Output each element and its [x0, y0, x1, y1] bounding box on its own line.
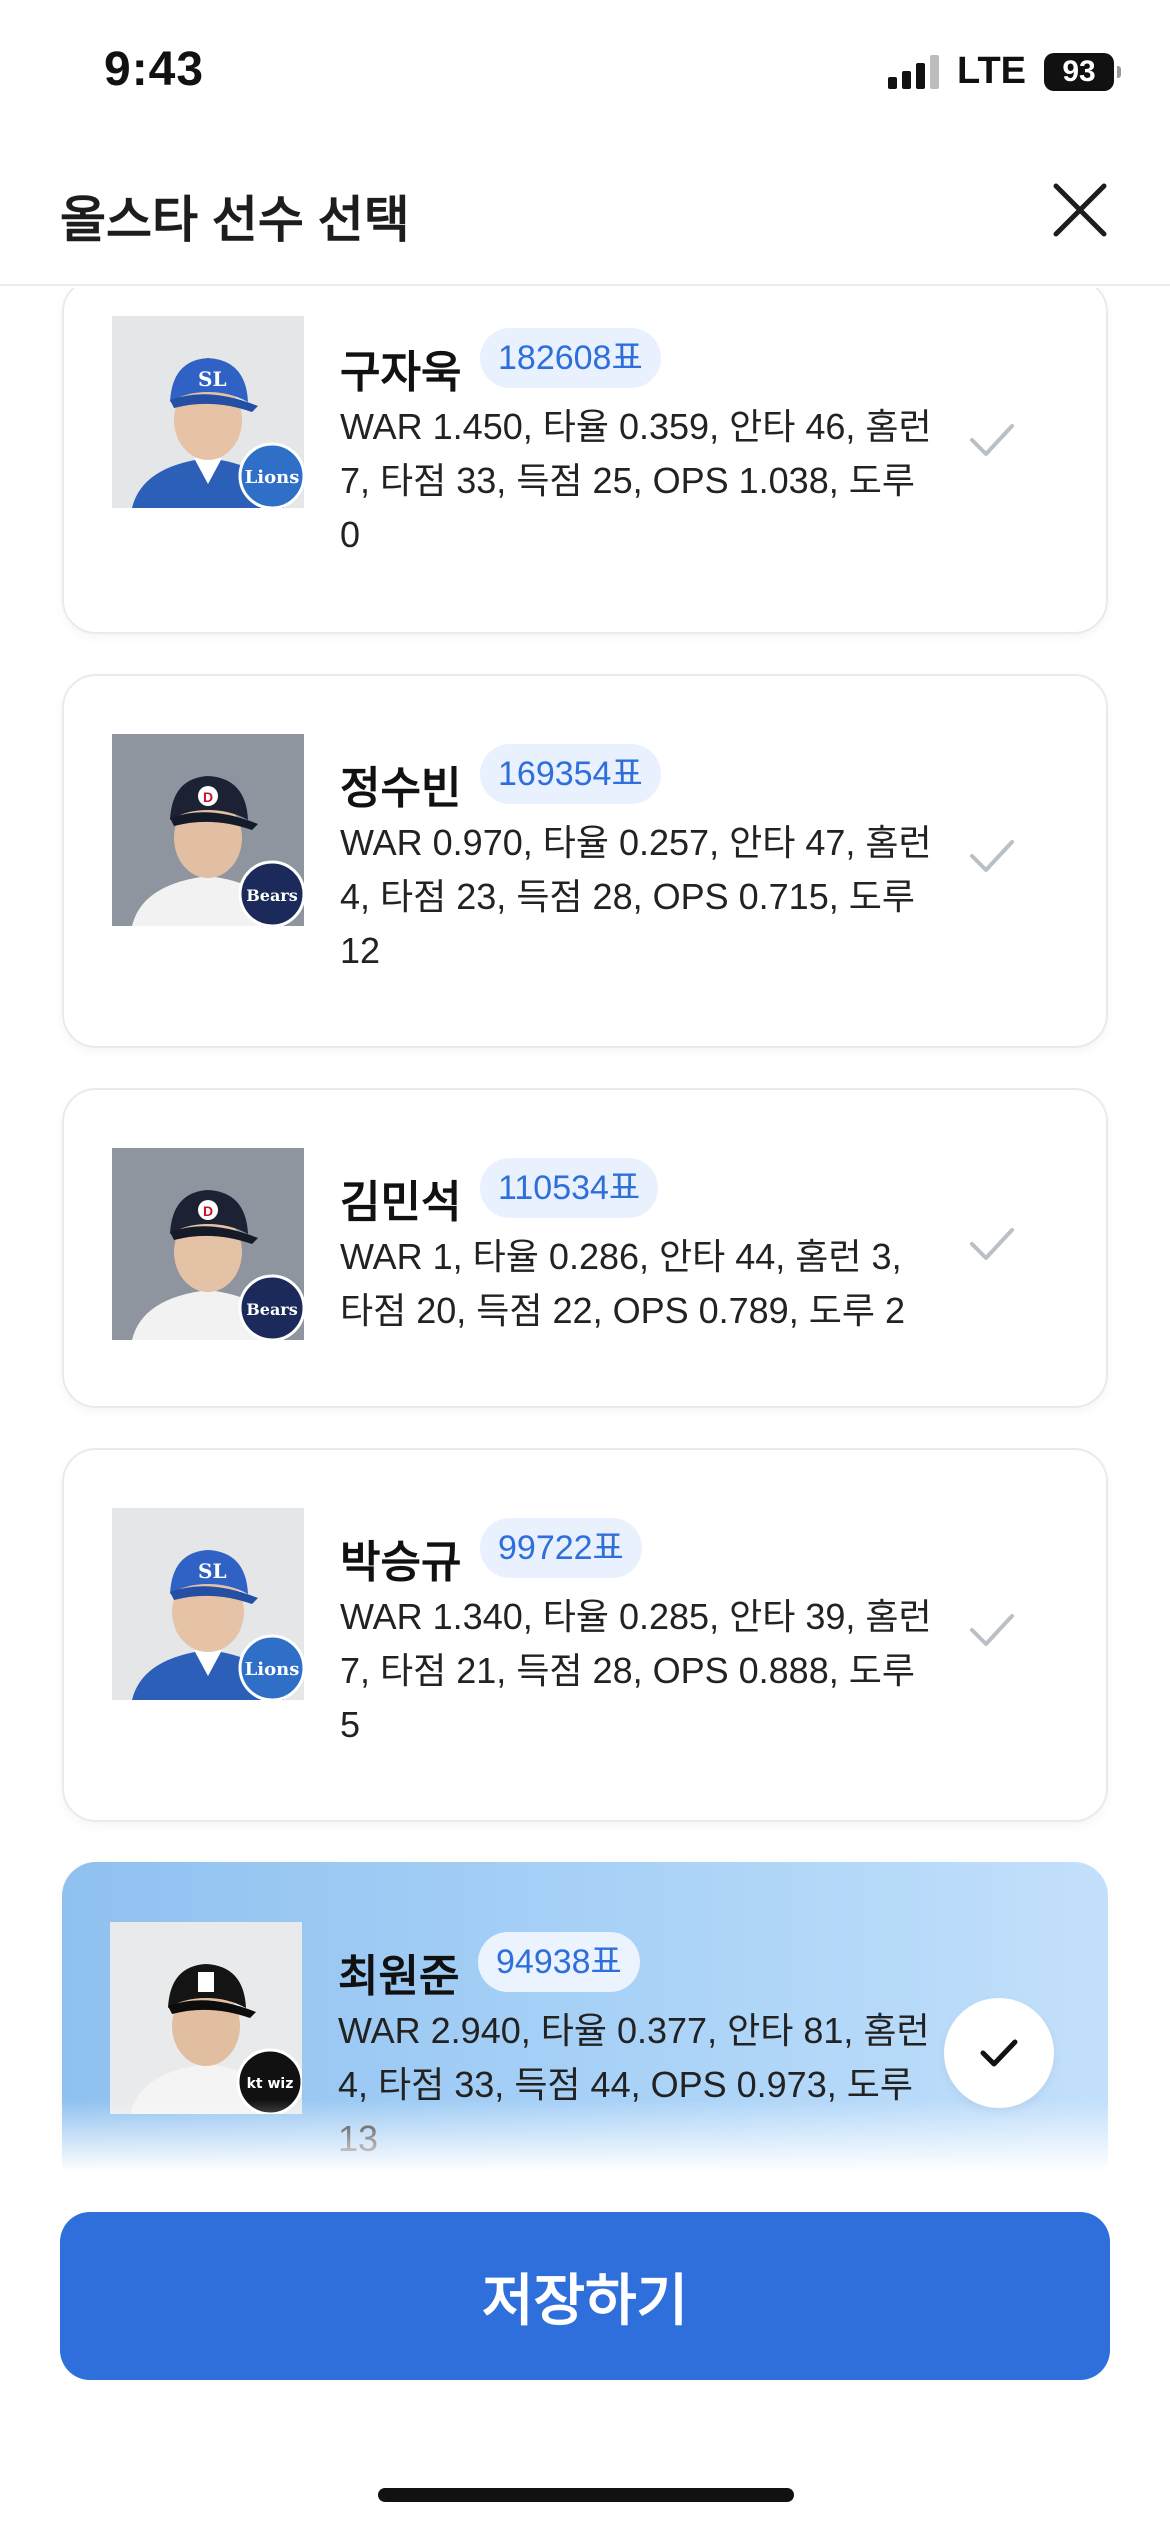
player-card[interactable]: D Bears 정수빈 169354표 WAR 0.970, 타율 0.257,… [62, 674, 1108, 1048]
player-card[interactable]: D Bears 김민석 110534표 WAR 1, 타율 0.286, 안타 … [62, 1088, 1108, 1408]
check-icon [962, 410, 1022, 470]
vote-count-badge: 169354표 [480, 744, 661, 804]
player-name: 정수빈 [340, 764, 462, 813]
player-card[interactable]: SL Lions 박승규 99722표 WAR 1.340, 타율 0.285,… [62, 1448, 1108, 1822]
close-button[interactable] [1048, 178, 1112, 242]
player-stats: WAR 1, 타율 0.286, 안타 44, 홈런 3, 타점 20, 득점 … [340, 1236, 905, 1331]
page-title: 올스타 선수 선택 [60, 192, 410, 248]
svg-text:D: D [203, 1203, 213, 1219]
player-name: 구자욱 [340, 348, 462, 397]
svg-text:SL: SL [198, 1559, 227, 1583]
player-photo: SL Lions [112, 316, 304, 508]
status-bar: 9:43 LTE 93 [0, 0, 1170, 140]
player-photo: SL Lions [112, 1508, 304, 1700]
close-icon [1053, 183, 1107, 237]
vote-count-badge: 110534표 [480, 1158, 659, 1218]
player-card[interactable]: SL Lions 구자욱 182608표 WAR 1.450, 타율 0.359… [62, 288, 1108, 634]
check-icon [962, 826, 1022, 886]
player-photo: kt wiz [110, 1922, 302, 2114]
vote-count-badge: 182608표 [480, 328, 661, 388]
network-type: LTE [957, 50, 1026, 92]
modal-header: 올스타 선수 선택 [0, 140, 1170, 286]
player-stats: WAR 0.970, 타율 0.257, 안타 47, 홈런 4, 타점 23,… [340, 822, 932, 971]
list-fade-overlay [0, 2100, 1170, 2180]
save-button[interactable]: 저장하기 [60, 2212, 1110, 2380]
team-logo-text: Bears [246, 1300, 298, 1319]
player-list[interactable]: SL Lions 구자욱 182608표 WAR 1.450, 타율 0.359… [0, 288, 1170, 2178]
vote-count-badge: 94938표 [478, 1932, 640, 1992]
player-photo: D Bears [112, 1148, 304, 1340]
status-time: 9:43 [104, 43, 205, 96]
player-photo: D Bears [112, 734, 304, 926]
check-icon [980, 2039, 1018, 2067]
player-stats: WAR 1.340, 타율 0.285, 안타 39, 홈런 7, 타점 21,… [340, 1596, 932, 1745]
status-indicators: LTE 93 [888, 50, 1121, 93]
team-logo-text: Bears [246, 886, 298, 905]
team-logo-text: Lions [245, 467, 300, 488]
player-stats: WAR 1.450, 타율 0.359, 안타 46, 홈런 7, 타점 33,… [340, 406, 932, 555]
cellular-signal-icon [888, 54, 940, 89]
team-logo-text: Lions [245, 1659, 300, 1680]
home-indicator[interactable] [378, 2488, 794, 2502]
player-name: 최원준 [338, 1952, 460, 2001]
battery-icon: 93 [1044, 52, 1121, 91]
player-name: 박승규 [340, 1538, 462, 1587]
team-logo-text: kt wiz [247, 2076, 294, 2092]
player-name: 김민석 [340, 1178, 462, 1227]
selected-check-button [944, 1998, 1054, 2108]
svg-text:SL: SL [198, 367, 227, 391]
vote-count-badge: 99722표 [480, 1518, 642, 1578]
check-icon [962, 1214, 1022, 1274]
battery-level: 93 [1062, 54, 1096, 88]
svg-text:D: D [203, 789, 213, 805]
check-icon [962, 1600, 1022, 1660]
